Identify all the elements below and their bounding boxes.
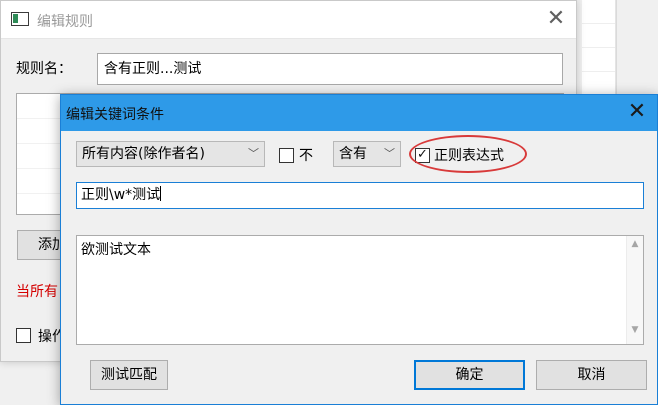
test-text-value: 欲测试文本 [81, 242, 151, 258]
scroll-up-icon[interactable]: ▲ [627, 239, 643, 255]
cancel-button[interactable]: 取消 [536, 360, 647, 390]
edit-rule-titlebar: 编辑规则 ✕ [1, 1, 576, 39]
edit-rule-close-icon[interactable]: ✕ [542, 6, 570, 34]
scope-select-value: 所有内容(除作者名) [82, 146, 205, 162]
text-caret [160, 186, 162, 201]
operation-checkbox[interactable] [16, 328, 31, 343]
operator-select-value: 含有 [339, 146, 367, 162]
dialog-titlebar: 编辑关键词条件 ✕ [61, 95, 657, 131]
test-text-area[interactable]: 欲测试文本 ▲ ▼ [76, 235, 644, 345]
not-checkbox-label[interactable]: 不 [299, 145, 313, 165]
not-checkbox[interactable] [279, 148, 294, 163]
scroll-down-icon[interactable]: ▼ [627, 325, 643, 341]
app-icon [11, 12, 29, 26]
chevron-down-icon: ﹀ [248, 147, 259, 160]
highlight-ellipse [409, 135, 527, 173]
dialog-close-icon[interactable]: ✕ [623, 99, 651, 127]
edit-rule-title: 编辑规则 [37, 14, 93, 30]
rule-name-label: 规则名： [16, 61, 72, 77]
operator-select[interactable]: 含有 ﹀ [333, 141, 401, 167]
keyword-pattern-input[interactable]: 正则\w*测试 [76, 182, 644, 209]
scope-select[interactable]: 所有内容(除作者名) ﹀ [76, 141, 265, 167]
rule-warning-text: 当所有 [16, 284, 58, 300]
dialog-title: 编辑关键词条件 [66, 107, 164, 123]
keyword-pattern-value: 正则\w*测试 [81, 187, 161, 203]
chevron-down-icon: ﹀ [384, 147, 395, 160]
background-list [582, 0, 616, 100]
test-match-button[interactable]: 测试匹配 [90, 360, 168, 390]
edit-keyword-condition-dialog: 编辑关键词条件 ✕ 所有内容(除作者名) ﹀ 不 含有 ﹀ ✓ 正则表达式 正则… [60, 94, 658, 405]
rule-name-input[interactable]: 含有正则...测试 [97, 53, 563, 85]
ok-button[interactable]: 确定 [414, 360, 525, 390]
vertical-scrollbar[interactable]: ▲ ▼ [626, 236, 643, 344]
